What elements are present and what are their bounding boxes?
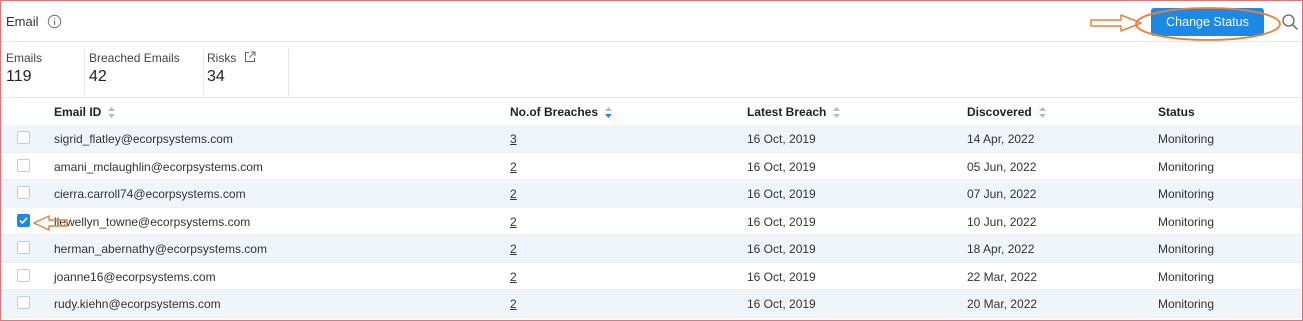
cell-discovered: 18 Apr, 2022 [967,242,1035,256]
stat-divider [84,49,85,95]
cell-discovered: 22 Mar, 2022 [967,269,1038,284]
cell-status: Monitoring [1158,297,1215,311]
table-row[interactable]: amani_mclaughlin@ecorpsystems.com 2 16 Oct… [1,152,1302,180]
cell-discovered: 05 Jun, 2022 [967,159,1037,174]
column-header-discovered[interactable]: Discovered [967,105,1047,119]
row-checkbox[interactable] [17,131,30,144]
row-checkbox[interactable] [17,268,30,282]
stat-breached-emails: Breached Emails 42 [89,51,180,86]
table-row[interactable]: joanne16@ecorpsystems.com 2 16 Oct, 2019 22… [1,262,1302,290]
page-title: Email [6,14,39,29]
cell-breaches[interactable]: 2 [510,215,517,229]
stat-risks[interactable]: Risks 34 [207,51,256,86]
cell-status: Monitoring [1158,159,1215,174]
stat-divider [203,49,204,95]
cell-status: Monitoring [1158,214,1215,229]
table-body: sigrid_flatley@ecorpsystems.com 3 16 Oct, … [1,125,1302,318]
cell-email: cierra.carroll74@ecorpsystems.com [54,187,246,201]
table-header: Email ID No.of Breaches Latest Breach Di… [1,98,1302,125]
stat-label: Emails [6,51,43,65]
row-checkbox[interactable] [17,213,30,227]
stat-label: Breached Emails [89,51,180,65]
external-link-icon[interactable] [244,51,256,63]
cell-email: amani_mclaughlin@ecorpsystems.com [54,159,263,174]
column-header-breaches[interactable]: No.of Breaches [510,105,613,119]
cell-discovered: 20 Mar, 2022 [967,297,1038,311]
cell-status: Monitoring [1158,242,1215,256]
cell-status: Monitoring [1158,269,1215,284]
sort-icon[interactable] [107,106,116,119]
cell-email: llewellyn_towne@ecorpsystems.com [54,214,251,229]
cell-latest-breach: 16 Oct, 2019 [747,297,816,311]
search-icon[interactable] [1281,13,1299,31]
row-checkbox[interactable] [17,296,30,309]
table-row[interactable]: cierra.carroll74@ecorpsystems.com 2 16 Oct… [1,180,1302,208]
email-panel: Email Change Status Emails 119 Breached … [0,0,1303,321]
cell-breaches[interactable]: 2 [510,160,517,174]
sort-icon[interactable] [1038,106,1047,119]
cell-latest-breach: 16 Oct, 2019 [747,159,816,174]
cell-breaches[interactable]: 3 [510,132,517,146]
cell-breaches[interactable]: 2 [510,187,517,201]
panel-header: Email Change Status [1,1,1302,42]
stat-value: 119 [6,68,32,85]
cell-status: Monitoring [1158,132,1215,146]
row-checkbox[interactable] [17,158,30,172]
sort-icon[interactable] [604,106,613,119]
stat-divider [288,49,289,95]
cell-latest-breach: 16 Oct, 2019 [747,132,816,146]
cell-breaches[interactable]: 2 [510,270,517,284]
info-icon[interactable] [47,14,62,29]
row-checkbox[interactable] [17,241,30,254]
sort-icon[interactable] [832,106,841,119]
stat-value: 42 [89,68,107,85]
cell-discovered: 10 Jun, 2022 [967,214,1037,229]
table-row[interactable]: sigrid_flatley@ecorpsystems.com 3 16 Oct, … [1,125,1302,153]
column-header-status: Status [1158,105,1195,119]
stat-label: Risks [207,51,237,65]
cell-email: joanne16@ecorpsystems.com [54,269,216,284]
cell-latest-breach: 16 Oct, 2019 [747,187,816,201]
change-status-button[interactable]: Change Status [1151,8,1264,36]
cell-latest-breach: 16 Oct, 2019 [747,214,816,229]
cell-latest-breach: 16 Oct, 2019 [747,269,816,284]
table-row[interactable]: rudy.kiehn@ecorpsystems.com 2 16 Oct, 2019… [1,290,1302,318]
checkmark-icon [19,216,28,224]
cell-email: herman_abernathy@ecorpsystems.com [54,242,267,256]
stat-value: 34 [207,68,225,85]
cell-breaches[interactable]: 2 [510,297,517,311]
cell-latest-breach: 16 Oct, 2019 [747,242,816,256]
cell-email: sigrid_flatley@ecorpsystems.com [54,132,233,146]
cell-discovered: 07 Jun, 2022 [967,187,1037,201]
table-row[interactable]: herman_abernathy@ecorpsystems.com 2 16 Oct… [1,235,1302,263]
stat-emails: Emails 119 [6,51,42,86]
row-checkbox[interactable] [17,186,30,199]
column-header-email-id[interactable]: Email ID [54,105,116,119]
cell-discovered: 14 Apr, 2022 [967,132,1035,146]
table-row[interactable]: llewellyn_towne@ecorpsystems.com 2 16 Oct,… [1,207,1302,235]
cell-breaches[interactable]: 2 [510,242,517,256]
cell-email: rudy.kiehn@ecorpsystems.com [54,297,221,311]
cell-status: Monitoring [1158,187,1215,201]
column-header-latest-breach[interactable]: Latest Breach [747,105,841,119]
summary-stats: Emails 119 Breached Emails 42 Risks 34 [1,45,1302,98]
